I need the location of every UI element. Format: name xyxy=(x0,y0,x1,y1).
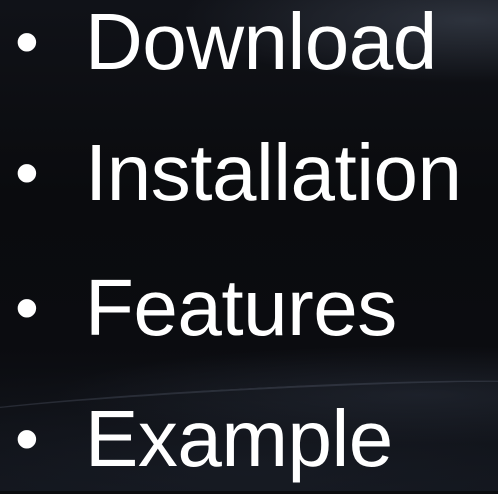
bullet-icon: • xyxy=(15,401,39,477)
bullet-icon: • xyxy=(15,4,39,80)
list-item-label: Example xyxy=(85,394,393,483)
list-item-features: • Features xyxy=(0,253,498,363)
list-item-label: Download xyxy=(85,0,437,86)
bullet-icon: • xyxy=(15,135,39,211)
list-item-installation: • Installation xyxy=(0,118,498,228)
list-item-label: Features xyxy=(85,263,397,352)
list-item-example: • Example xyxy=(0,384,498,494)
list-item-download: • Download xyxy=(0,0,498,97)
bullet-icon: • xyxy=(15,270,39,346)
bullet-list: • Download • Installation • Features • E… xyxy=(0,0,498,491)
list-item-label: Installation xyxy=(85,128,462,217)
